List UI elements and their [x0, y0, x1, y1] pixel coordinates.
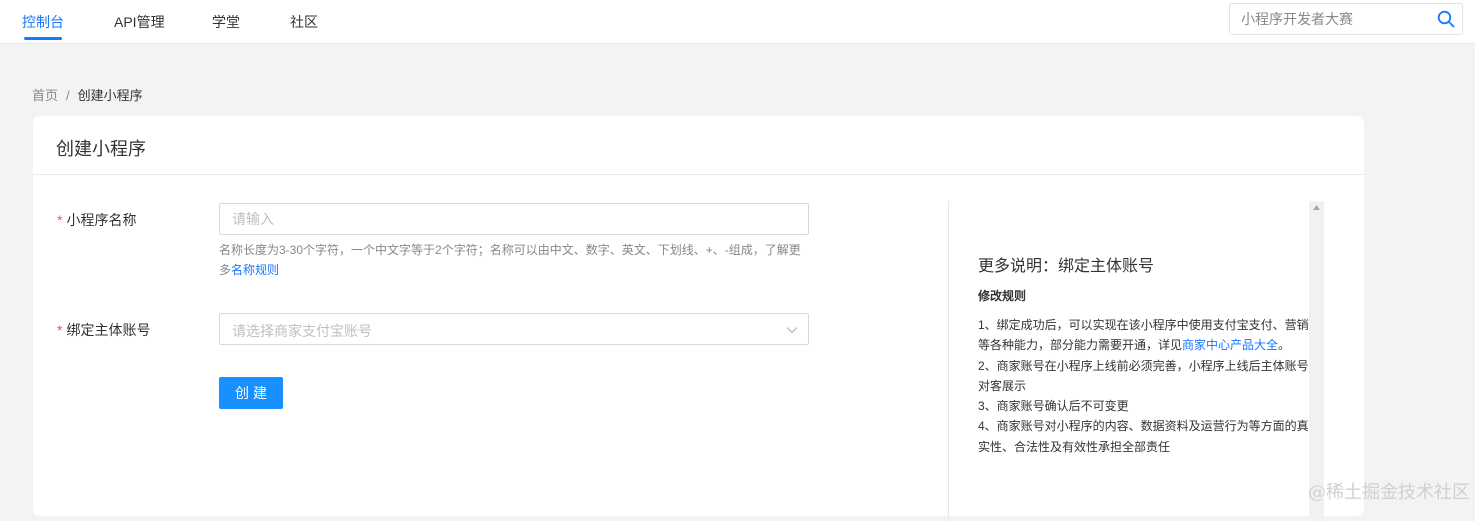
rule-line: 实性、合法性及有效性承担全部责任 — [978, 439, 1171, 454]
rule-line: 4、商家账号对小程序的内容、数据资料及运营行为等方面的真 — [978, 419, 1309, 434]
rule-line: 3、商家账号确认后不可变更 — [978, 399, 1129, 414]
required-mark: * — [57, 322, 63, 338]
chevron-down-icon — [786, 327, 798, 334]
breadcrumb-current: 创建小程序 — [77, 88, 143, 103]
merchant-account-select[interactable]: 请选择商家支付宝账号 — [219, 313, 809, 345]
tab-console[interactable]: 控制台 — [22, 12, 64, 32]
side-rules: 1、绑定成功后，可以实现在该小程序中使用支付宝支付、营销 等各种能力，部分能力需… — [978, 315, 1309, 457]
scrollbar-thumb[interactable] — [1311, 215, 1322, 515]
create-miniapp-card: 创建小程序 *小程序名称 名称长度为3-30个字符，一个中文字等于2个字符；名称… — [33, 116, 1364, 521]
search-box — [1229, 3, 1463, 35]
tab-community[interactable]: 社区 — [290, 12, 318, 32]
watermark: @稀土掘金技术社区 — [1308, 482, 1470, 503]
page-title: 创建小程序 — [56, 139, 146, 159]
account-label-text: 绑定主体账号 — [66, 322, 151, 338]
name-label-text: 小程序名称 — [66, 212, 137, 228]
miniapp-name-input[interactable] — [219, 203, 809, 235]
breadcrumb-home[interactable]: 首页 — [32, 88, 58, 103]
search-input[interactable] — [1230, 4, 1430, 34]
rule-line: 对客展示 — [978, 378, 1027, 393]
merchant-products-link[interactable]: 商家中心产品大全 — [1182, 338, 1278, 352]
name-help-line2: 多名称规则 — [219, 260, 815, 280]
side-panel-scrollbar[interactable] — [1309, 201, 1324, 521]
rule-line: 1、绑定成功后，可以实现在该小程序中使用支付宝支付、营销 — [978, 318, 1309, 332]
breadcrumb-separator: / — [66, 88, 70, 103]
search-icon[interactable] — [1437, 10, 1455, 28]
side-title: 更多说明：绑定主体账号 — [978, 258, 1155, 275]
select-placeholder: 请选择商家支付宝账号 — [232, 323, 372, 339]
name-rules-link[interactable]: 名称规则 — [231, 263, 279, 277]
side-subtitle: 修改规则 — [978, 289, 1027, 303]
rule-text: 。 — [1278, 338, 1291, 353]
account-label: * 绑定主体账号 — [57, 320, 150, 340]
breadcrumb: 首页 / 创建小程序 — [32, 85, 143, 104]
card-header: 创建小程序 — [33, 116, 1364, 175]
name-help-line1: 名称长度为3-30个字符，一个中文字等于2个字符；名称可以由中文、数字、英文、下… — [219, 243, 801, 257]
tab-api-management[interactable]: API管理 — [114, 12, 165, 32]
top-nav: 控制台 API管理 学堂 社区 — [0, 0, 1475, 44]
rule-text: 等各种能力，部分能力需要开通，详见 — [978, 338, 1183, 353]
side-info-panel: 更多说明：绑定主体账号 修改规则 1、绑定成功后，可以实现在该小程序中使用支付宝… — [949, 201, 1309, 521]
required-mark: * — [57, 212, 63, 228]
scroll-up-arrow-icon[interactable] — [1312, 203, 1321, 212]
name-help-text: 名称长度为3-30个字符，一个中文字等于2个字符；名称可以由中文、数字、英文、下… — [219, 240, 815, 280]
name-help-prefix: 多 — [219, 263, 232, 277]
tab-academy[interactable]: 学堂 — [212, 12, 240, 32]
name-label: * 小程序名称 — [57, 210, 136, 230]
active-tab-indicator — [24, 37, 62, 40]
rule-line: 等各种能力，部分能力需要开通，详见商家中心产品大全。 — [978, 335, 1309, 355]
rule-line: 2、商家账号在小程序上线前必须完善，小程序上线后主体账号 — [978, 358, 1309, 373]
create-button[interactable]: 创建 — [219, 377, 283, 409]
